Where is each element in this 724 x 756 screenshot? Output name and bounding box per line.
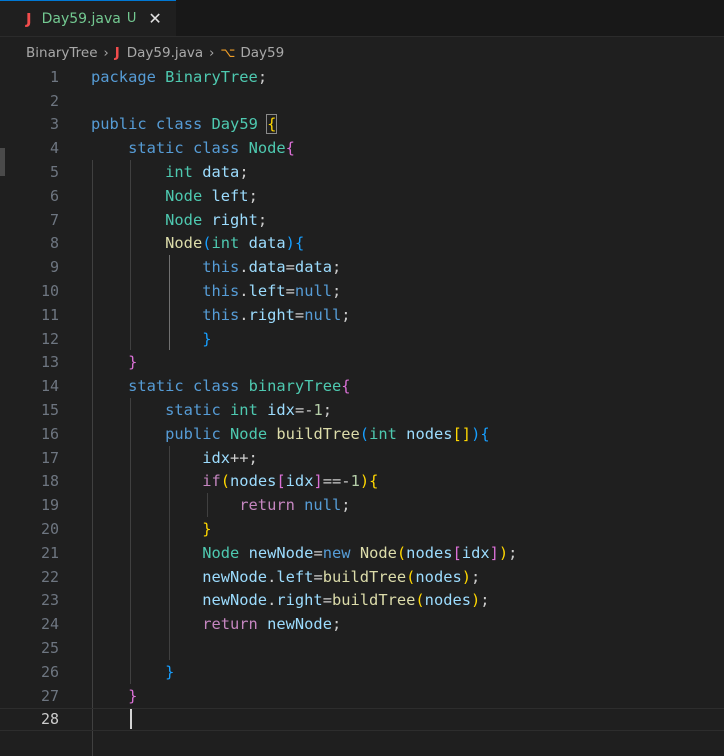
line-number: 17 [40,448,59,467]
code-text: static int idx=-1; [165,401,333,420]
line-number: 19 [40,496,59,515]
code-line: 22 newNode.left=buildTree(nodes); [0,565,724,589]
code-text: this.right=null; [202,305,351,324]
code-text: if(nodes[idx]==-1){ [202,472,379,491]
line-number: 6 [49,186,59,205]
code-text: public class Day59 { [91,114,278,135]
line-number: 2 [49,91,59,110]
code-text: this.data=data; [202,258,342,277]
tab-day59-java[interactable]: J Day59.java U ✕ [0,0,176,36]
code-line: 13 } [0,351,724,375]
tab-bar: J Day59.java U ✕ [0,0,724,37]
code-text: return newNode; [202,615,342,634]
code-text: Node left; [165,186,258,205]
code-text: this.left=null; [202,282,342,301]
text-cursor [130,709,132,729]
code-line-current: 28 [0,707,724,732]
line-number: 14 [40,377,59,396]
code-line: 16 public Node buildTree(int nodes[]){ [0,422,724,446]
line-number: 22 [40,567,59,586]
code-line: 15 static int idx=-1; [0,398,724,422]
code-text: package BinaryTree; [91,67,268,86]
code-text: idx++; [202,448,258,467]
code-text: } [202,329,212,348]
line-number: 1 [49,67,59,86]
class-icon: ⌥ [220,45,236,61]
code-line: 5 int data; [0,160,724,184]
code-text: } [202,520,212,539]
code-text: Node newNode=new Node(nodes[idx]); [202,543,518,562]
code-line: 14 static class binaryTree{ [0,374,724,398]
code-line: 11 this.right=null; [0,303,724,327]
line-number: 23 [40,591,59,610]
line-number: 12 [40,329,59,348]
code-line: 9 this.data=data; [0,255,724,279]
code-line: 20 } [0,517,724,541]
code-text: newNode.right=buildTree(nodes); [202,591,490,610]
code-line: 2 [0,89,724,113]
code-line: 8 Node(int data){ [0,232,724,256]
line-number: 20 [40,520,59,539]
line-number: 25 [40,639,59,658]
code-text: } [128,686,138,705]
java-file-icon: J [26,9,32,28]
line-number: 9 [49,258,59,277]
code-text: } [165,662,175,681]
code-line: 6 Node left; [0,184,724,208]
code-text: int data; [165,163,249,182]
line-number: 18 [40,472,59,491]
tab-filename: Day59.java [41,10,121,27]
code-text: newNode.left=buildTree(nodes); [202,567,481,586]
code-line: 4 static class Node{ [0,136,724,160]
breadcrumb-file[interactable]: Day59.java [127,45,203,61]
line-number: 4 [49,139,59,158]
java-file-icon: J [114,45,120,61]
code-line: 26 } [0,660,724,684]
breadcrumb-folder[interactable]: BinaryTree [26,45,98,61]
line-number: 8 [49,234,59,253]
line-number: 28 [40,710,59,729]
close-icon[interactable]: ✕ [148,9,161,28]
code-line: 3 public class Day59 { [0,113,724,137]
code-text: Node right; [165,210,268,229]
code-line: 18 if(nodes[idx]==-1){ [0,470,724,494]
chevron-right-icon: › [209,45,215,61]
code-editor[interactable]: 1 package BinaryTree; 2 3 public class Day… [0,65,724,756]
untracked-badge: U [126,11,137,26]
code-text: public Node buildTree(int nodes[]){ [165,424,490,443]
code-text: static class Node{ [128,139,295,158]
code-line: 27 } [0,684,724,708]
code-line: 21 Node newNode=new Node(nodes[idx]); [0,541,724,565]
code-text: Node(int data){ [165,234,305,253]
line-number: 13 [40,353,59,372]
line-number: 7 [49,210,59,229]
code-line: 1 package BinaryTree; [0,65,724,89]
line-number: 11 [40,305,59,324]
code-line: 19 return null; [0,493,724,517]
line-number: 24 [40,615,59,634]
line-number: 5 [49,163,59,182]
code-line: 10 this.left=null; [0,279,724,303]
code-text: } [128,353,138,372]
code-line: 17 idx++; [0,446,724,470]
breadcrumb: BinaryTree › J Day59.java › ⌥ Day59 [0,42,724,64]
chevron-right-icon: › [103,45,109,61]
breadcrumb-symbol[interactable]: Day59 [240,45,284,61]
code-text: return null; [239,496,351,515]
code-line: 25 [0,636,724,660]
code-line: 24 return newNode; [0,612,724,636]
line-number: 15 [40,401,59,420]
line-number: 21 [40,543,59,562]
code-line: 7 Node right; [0,208,724,232]
line-number: 26 [40,662,59,681]
line-number: 27 [40,686,59,705]
line-number: 16 [40,424,59,443]
code-text: static class binaryTree{ [128,377,351,396]
line-number: 10 [40,282,59,301]
code-line: 23 newNode.right=buildTree(nodes); [0,589,724,613]
code-line: 12 } [0,327,724,351]
line-number: 3 [49,115,59,134]
